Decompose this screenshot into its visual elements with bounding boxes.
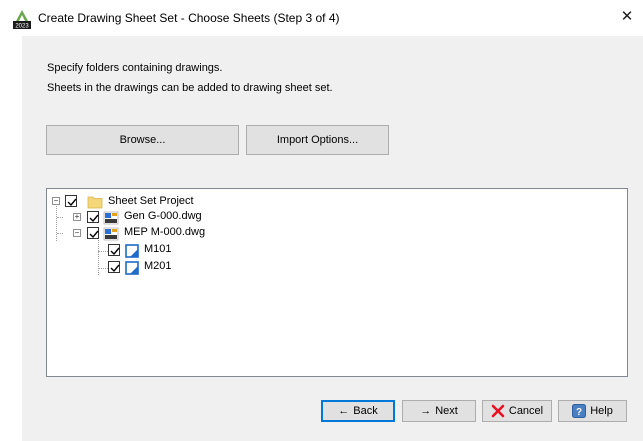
help-question-icon: ? bbox=[572, 404, 587, 418]
dialog-body: Specify folders containing drawings. She… bbox=[22, 36, 643, 441]
tree-node-label: M101 bbox=[144, 243, 172, 255]
tree-node-gen-g-000[interactable]: + Gen G-000.dwg bbox=[47, 209, 347, 225]
checkmark-icon bbox=[110, 247, 120, 256]
checkmark-icon bbox=[67, 198, 77, 207]
app-icon-badge: 2023 bbox=[15, 24, 29, 30]
checkbox-m101[interactable] bbox=[108, 244, 120, 256]
checkbox-gen-g-000[interactable] bbox=[87, 211, 99, 223]
tree-node-label: Gen G-000.dwg bbox=[124, 210, 202, 222]
window-title: Create Drawing Sheet Set - Choose Sheets… bbox=[38, 11, 340, 25]
title-bar: 2023 Create Drawing Sheet Set - Choose S… bbox=[0, 0, 643, 36]
checkbox-mep-m-000[interactable] bbox=[87, 227, 99, 239]
back-button-label: Back bbox=[353, 405, 378, 417]
checkmark-icon bbox=[89, 230, 99, 239]
left-edge bbox=[0, 36, 22, 441]
import-options-button[interactable]: Import Options... bbox=[246, 125, 389, 155]
checkmark-icon bbox=[89, 214, 99, 223]
cancel-button[interactable]: Cancel bbox=[482, 400, 552, 422]
tree-node-label: MEP M-000.dwg bbox=[124, 226, 206, 238]
help-button-label: Help bbox=[590, 405, 613, 417]
next-button[interactable]: → Next bbox=[402, 400, 476, 422]
checkbox-m201[interactable] bbox=[108, 261, 120, 273]
help-button[interactable]: ? Help bbox=[558, 400, 627, 422]
cancel-x-icon bbox=[491, 404, 505, 418]
folder-icon bbox=[87, 196, 103, 209]
checkbox-sheet-set-project[interactable] bbox=[65, 195, 77, 207]
svg-text:?: ? bbox=[576, 407, 582, 418]
layout-sheet-icon bbox=[125, 261, 139, 275]
expand-expander-icon[interactable]: + bbox=[73, 213, 81, 221]
tree-node-label: M201 bbox=[144, 260, 172, 272]
dwg-file-icon bbox=[103, 227, 119, 241]
instruction-sheets: Sheets in the drawings can be added to d… bbox=[47, 82, 333, 94]
dwg-file-icon bbox=[103, 211, 119, 225]
collapse-expander-icon[interactable]: − bbox=[73, 229, 81, 237]
checkmark-icon bbox=[110, 264, 120, 273]
sheet-tree[interactable]: − Sheet Set Project + Gen G-000.dwg − ME… bbox=[46, 188, 628, 377]
instruction-folders: Specify folders containing drawings. bbox=[47, 62, 223, 74]
next-button-label: Next bbox=[435, 405, 458, 417]
collapse-expander-icon[interactable]: − bbox=[52, 197, 60, 205]
arrow-left-icon: ← bbox=[338, 405, 350, 417]
cancel-button-label: Cancel bbox=[508, 405, 544, 417]
arrow-right-icon: → bbox=[420, 405, 432, 417]
tree-node-mep-m-000[interactable]: − MEP M-000.dwg bbox=[47, 225, 347, 241]
back-button[interactable]: ← Back bbox=[321, 400, 395, 422]
tree-node-sheet-set-project[interactable]: − Sheet Set Project bbox=[47, 194, 347, 210]
browse-button[interactable]: Browse... bbox=[46, 125, 239, 155]
tree-node-m201[interactable]: M201 bbox=[47, 259, 347, 275]
close-button[interactable]: ✕ bbox=[611, 0, 643, 36]
tree-node-label: Sheet Set Project bbox=[108, 195, 194, 207]
layout-sheet-icon bbox=[125, 244, 139, 258]
autocad-app-icon: 2023 bbox=[13, 10, 31, 30]
tree-node-m101[interactable]: M101 bbox=[47, 242, 347, 258]
